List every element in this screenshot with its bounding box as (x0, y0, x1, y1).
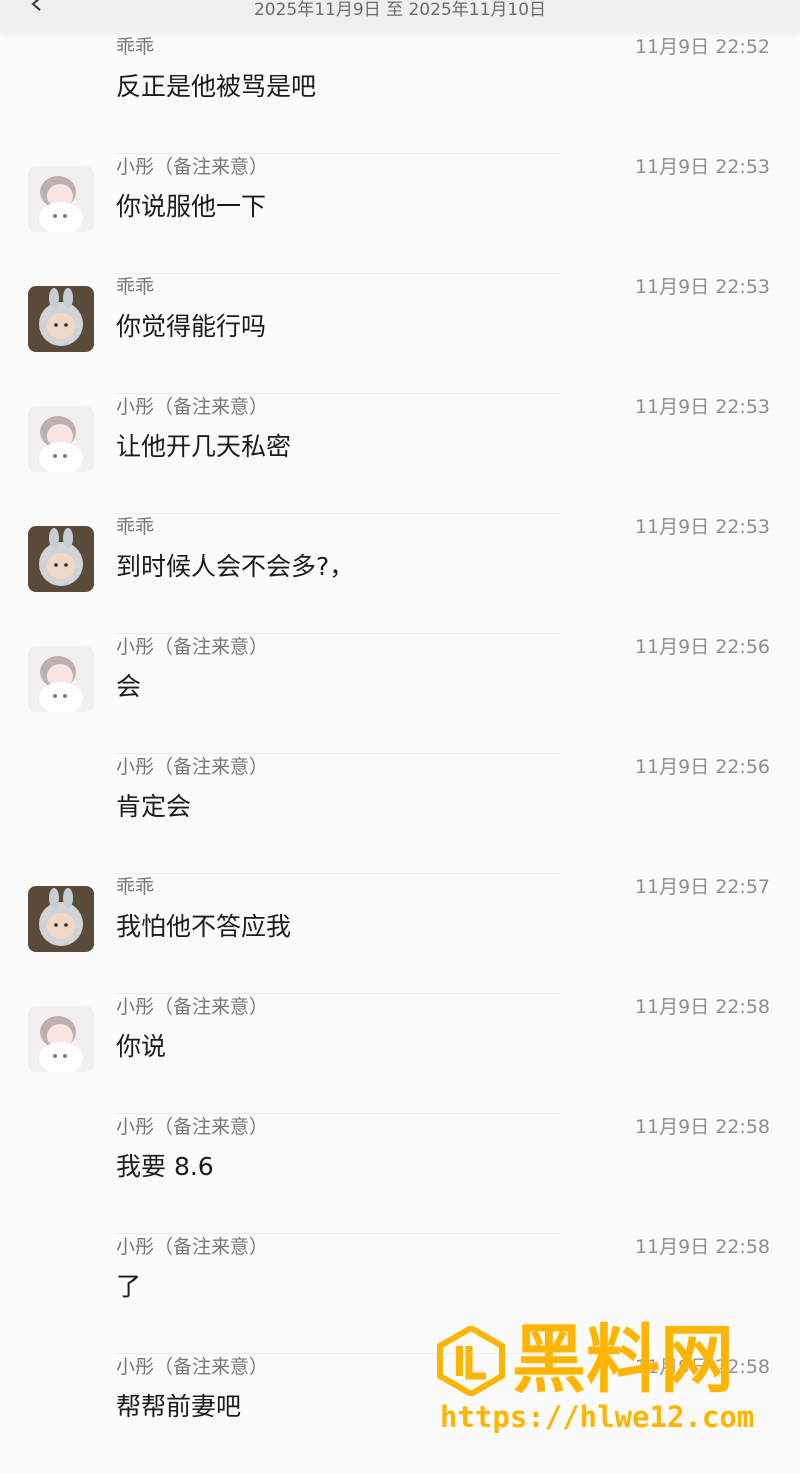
watermark-title: 黑料网 (512, 1317, 734, 1403)
girl-avatar-icon (28, 166, 94, 232)
avatar[interactable] (28, 646, 94, 712)
message-item[interactable]: 小彤（备注来意） 11月9日 22:53 让他开几天私密 (0, 394, 800, 514)
message-item[interactable]: 小彤（备注来意） 11月9日 22:58 你说 (0, 994, 800, 1114)
sender-name: 乖乖 (116, 876, 155, 898)
date-range-title: 2025年11月9日 至 2025年11月10日 (253, 0, 547, 20)
message-text: 你说服他一下 (116, 192, 267, 221)
message-time: 11月9日 22:58 (634, 996, 770, 1018)
avatar[interactable] (28, 406, 94, 472)
sender-name: 小彤（备注来意） (116, 996, 269, 1018)
sender-name: 乖乖 (116, 516, 155, 538)
avatar[interactable] (28, 166, 94, 232)
message-item[interactable]: 乖乖 11月9日 22:57 我怕他不答应我 (0, 874, 800, 994)
message-item[interactable]: 小彤（备注来意） 11月9日 22:56 肯定会 (0, 754, 800, 874)
message-time: 11月9日 22:56 (634, 636, 770, 658)
sender-name: 乖乖 (116, 276, 155, 298)
watermark-url: https://hlwe12.com (440, 1400, 755, 1434)
avatar[interactable] (28, 526, 94, 592)
message-text: 我怕他不答应我 (116, 912, 292, 941)
message-text: 了 (116, 1272, 142, 1301)
message-text: 会 (116, 672, 142, 701)
top-bar: 2025年11月9日 至 2025年11月10日 (0, 0, 800, 32)
message-item[interactable]: 乖乖 11月9日 22:53 到时候人会不会多?， (0, 514, 800, 634)
watermark-logo-icon (437, 1326, 505, 1396)
sender-name: 乖乖 (116, 36, 155, 58)
avatar[interactable] (28, 1006, 94, 1072)
message-time: 11月9日 22:53 (634, 276, 770, 298)
message-time: 11月9日 22:53 (634, 396, 770, 418)
message-item[interactable]: 小彤（备注来意） 11月9日 22:53 你说服他一下 (0, 154, 800, 274)
girl-avatar-icon (28, 646, 94, 712)
doll-avatar-icon (28, 886, 94, 952)
message-item[interactable]: 乖乖 11月9日 22:53 你觉得能行吗 (0, 274, 800, 394)
message-text: 帮帮前妻吧 (116, 1392, 242, 1421)
sender-name: 小彤（备注来意） (116, 156, 269, 178)
message-time: 11月9日 22:57 (634, 876, 770, 898)
message-item[interactable]: 小彤（备注来意） 11月9日 22:56 会 (0, 634, 800, 754)
message-text: 肯定会 (116, 792, 192, 821)
watermark: 黑料网 https://hlwe12.com (432, 1316, 772, 1436)
avatar[interactable] (28, 886, 94, 952)
avatar[interactable] (28, 286, 94, 352)
sender-name: 小彤（备注来意） (116, 396, 269, 418)
message-text: 我要 8.6 (116, 1152, 214, 1181)
sender-name: 小彤（备注来意） (116, 1236, 269, 1258)
sender-name: 小彤（备注来意） (116, 1116, 269, 1138)
message-time: 11月9日 22:53 (634, 156, 770, 178)
message-text: 让他开几天私密 (116, 432, 292, 461)
message-item[interactable]: 乖乖 11月9日 22:52 反正是他被骂是吧 (0, 34, 800, 154)
doll-avatar-icon (28, 286, 94, 352)
sender-name: 小彤（备注来意） (116, 756, 269, 778)
message-text: 你觉得能行吗 (116, 312, 267, 341)
girl-avatar-icon (28, 406, 94, 472)
message-text: 反正是他被骂是吧 (116, 72, 317, 101)
message-time: 11月9日 22:56 (634, 756, 770, 778)
doll-avatar-icon (28, 526, 94, 592)
message-text: 到时候人会不会多?， (116, 552, 355, 581)
girl-avatar-icon (28, 1006, 94, 1072)
message-time: 11月9日 22:58 (634, 1236, 770, 1258)
sender-name: 小彤（备注来意） (116, 636, 269, 658)
sender-name: 小彤（备注来意） (116, 1356, 269, 1378)
message-time: 11月9日 22:52 (634, 36, 770, 58)
message-text: 你说 (116, 1032, 167, 1061)
message-item[interactable]: 小彤（备注来意） 11月9日 22:58 我要 8.6 (0, 1114, 800, 1234)
message-time: 11月9日 22:58 (634, 1116, 770, 1138)
message-time: 11月9日 22:53 (634, 516, 770, 538)
